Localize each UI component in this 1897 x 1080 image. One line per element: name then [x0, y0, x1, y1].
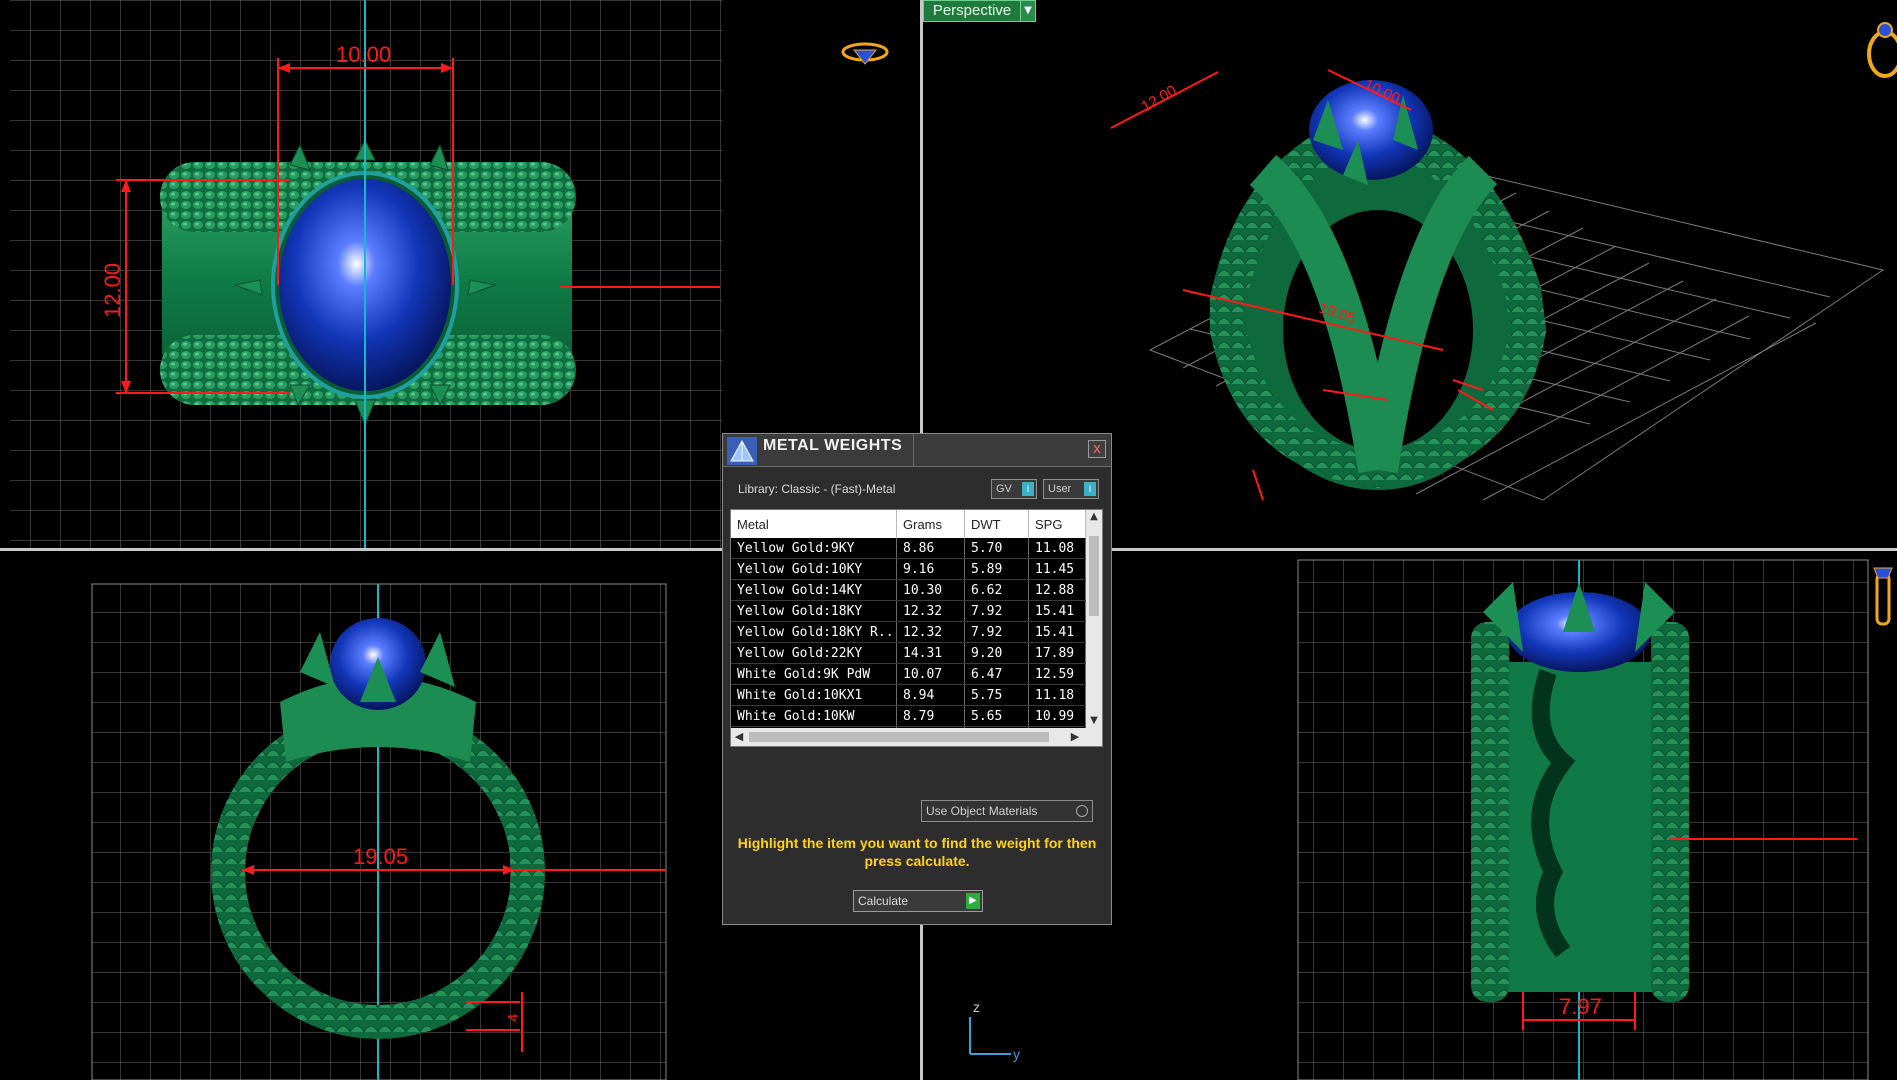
calculate-label: Calculate [858, 894, 909, 908]
scroll-left-icon[interactable]: ◀ [731, 728, 747, 746]
play-icon: ▶ [966, 893, 980, 909]
scroll-right-icon[interactable]: ▶ [1067, 728, 1083, 746]
radio-icon[interactable] [1076, 805, 1088, 817]
dwt-cell: 5.75 [964, 684, 1029, 706]
dwt-cell: 9.20 [964, 642, 1029, 664]
metal-cell: White Gold:10KX1 [731, 684, 897, 706]
user-toggle-label: User [1048, 483, 1072, 495]
scroll-down-icon[interactable]: ▼ [1086, 714, 1102, 728]
axis-z-label: z [973, 999, 980, 1015]
toggle-indicator-icon: I [1084, 482, 1096, 496]
axis-y-label: y [1013, 1046, 1020, 1062]
panel-title: METAL WEIGHTS [763, 437, 903, 454]
toggle-indicator-icon: I [1022, 482, 1034, 496]
viewport-mode-tab[interactable]: Perspective ▼ [923, 0, 1036, 22]
dwt-cell: 6.62 [964, 579, 1029, 601]
metal-cell: Yellow Gold:22KY [731, 642, 897, 664]
grams-cell: 12.32 [896, 621, 965, 643]
gv-toggle-label: GV [996, 483, 1012, 495]
table-vertical-scrollbar[interactable]: ▲ ▼ [1086, 510, 1102, 728]
use-object-materials-label: Use Object Materials [926, 804, 1038, 818]
metal-cell: Yellow Gold:10KY [731, 558, 897, 580]
spg-cell: 17.89 [1028, 642, 1086, 664]
use-object-materials-option[interactable]: Use Object Materials [921, 800, 1093, 822]
scroll-thumb[interactable] [749, 732, 1049, 742]
scale-weight-icon [727, 437, 757, 465]
grams-cell: 10.07 [896, 663, 965, 685]
gv-toggle[interactable]: GV I [991, 479, 1037, 499]
table-row[interactable]: Yellow Gold:10KY 9.16 5.89 11.45 [731, 558, 1086, 580]
spg-cell: 12.59 [1028, 663, 1086, 685]
ring-perspective-icon[interactable] [1859, 14, 1897, 80]
grams-cell: 14.31 [896, 642, 965, 664]
column-header-metal[interactable]: Metal [731, 510, 897, 538]
ring-top-icon[interactable] [840, 36, 890, 72]
metal-cell: Yellow Gold:18KY R... [731, 621, 897, 643]
table-row[interactable]: Yellow Gold:18KY R... 12.32 7.92 15.41 [731, 621, 1086, 643]
dwt-cell: 5.89 [964, 558, 1029, 580]
metal-cell: White Gold:9K PdW [731, 663, 897, 685]
grams-cell: 8.94 [896, 684, 965, 706]
viewport-mode-label: Perspective [932, 2, 1012, 19]
spg-cell: 15.41 [1028, 600, 1086, 622]
dim-side-small: 4 [505, 1014, 522, 1022]
dim-front-width: 10.00 [336, 42, 391, 67]
grams-cell: 8.79 [896, 705, 965, 727]
title-tab-divider [913, 434, 922, 466]
metal-table[interactable]: Metal Grams DWT SPG Yellow Gold:9KY 8.86 5… [730, 509, 1103, 747]
table-row[interactable]: White Gold:10KX1 8.94 5.75 11.18 [731, 684, 1086, 706]
user-toggle[interactable]: User I [1043, 479, 1099, 499]
grams-cell: 12.32 [896, 600, 965, 622]
dwt-cell: 7.92 [964, 621, 1029, 643]
library-label: Library: Classic - (Fast)-Metal [738, 482, 896, 496]
column-header-dwt[interactable]: DWT [964, 510, 1029, 538]
metal-weights-panel: METAL WEIGHTS x Library: Classic - (Fast… [722, 433, 1112, 925]
metal-cell: Yellow Gold:14KY [731, 579, 897, 601]
calculate-button[interactable]: Calculate ▶ [853, 890, 983, 912]
metal-cell: Yellow Gold:9KY [731, 538, 897, 559]
table-row[interactable]: White Gold:10KW 8.79 5.65 10.99 [731, 705, 1086, 727]
grams-cell: 8.86 [896, 538, 965, 559]
column-header-grams[interactable]: Grams [896, 510, 965, 538]
spg-cell: 11.45 [1028, 558, 1086, 580]
dwt-cell: 7.92 [964, 600, 1029, 622]
dim-right-width: 7.97 [1559, 994, 1602, 1019]
dwt-cell: 6.47 [964, 663, 1029, 685]
dwt-cell: 5.70 [964, 538, 1029, 559]
table-row[interactable]: Yellow Gold:22KY 14.31 9.20 17.89 [731, 642, 1086, 664]
panel-title-bar[interactable]: METAL WEIGHTS x [723, 434, 1111, 467]
table-row[interactable]: Yellow Gold:9KY 8.86 5.70 11.08 [731, 538, 1086, 559]
dim-persp-a: 12.00 [1139, 82, 1180, 115]
table-horizontal-scrollbar[interactable]: ◀ ▶ [731, 728, 1102, 746]
close-icon[interactable]: x [1088, 440, 1106, 458]
spg-cell: 11.18 [1028, 684, 1086, 706]
table-row[interactable]: White Gold:9K PdW 10.07 6.47 12.59 [731, 663, 1086, 685]
spg-cell: 10.99 [1028, 705, 1086, 727]
table-row[interactable]: Yellow Gold:14KY 10.30 6.62 12.88 [731, 579, 1086, 601]
instruction-text: Highlight the item you want to find the … [737, 835, 1097, 869]
ring-side-icon[interactable] [1868, 562, 1896, 632]
spg-cell: 15.41 [1028, 621, 1086, 643]
dwt-cell: 5.65 [964, 705, 1029, 727]
spg-cell: 12.88 [1028, 579, 1086, 601]
scroll-thumb[interactable] [1089, 536, 1099, 616]
metal-cell: White Gold:10KW [731, 705, 897, 727]
table-row[interactable]: Yellow Gold:18KY 12.32 7.92 15.41 [731, 600, 1086, 622]
dim-front-height: 12.00 [100, 263, 125, 318]
grams-cell: 10.30 [896, 579, 965, 601]
metal-cell: Yellow Gold:18KY [731, 600, 897, 622]
chevron-down-icon[interactable]: ▼ [1020, 1, 1035, 21]
scroll-up-icon[interactable]: ▲ [1086, 510, 1102, 524]
grams-cell: 9.16 [896, 558, 965, 580]
column-header-spg[interactable]: SPG [1028, 510, 1086, 538]
spg-cell: 11.08 [1028, 538, 1086, 559]
dim-side-diameter: 19.05 [353, 844, 408, 869]
